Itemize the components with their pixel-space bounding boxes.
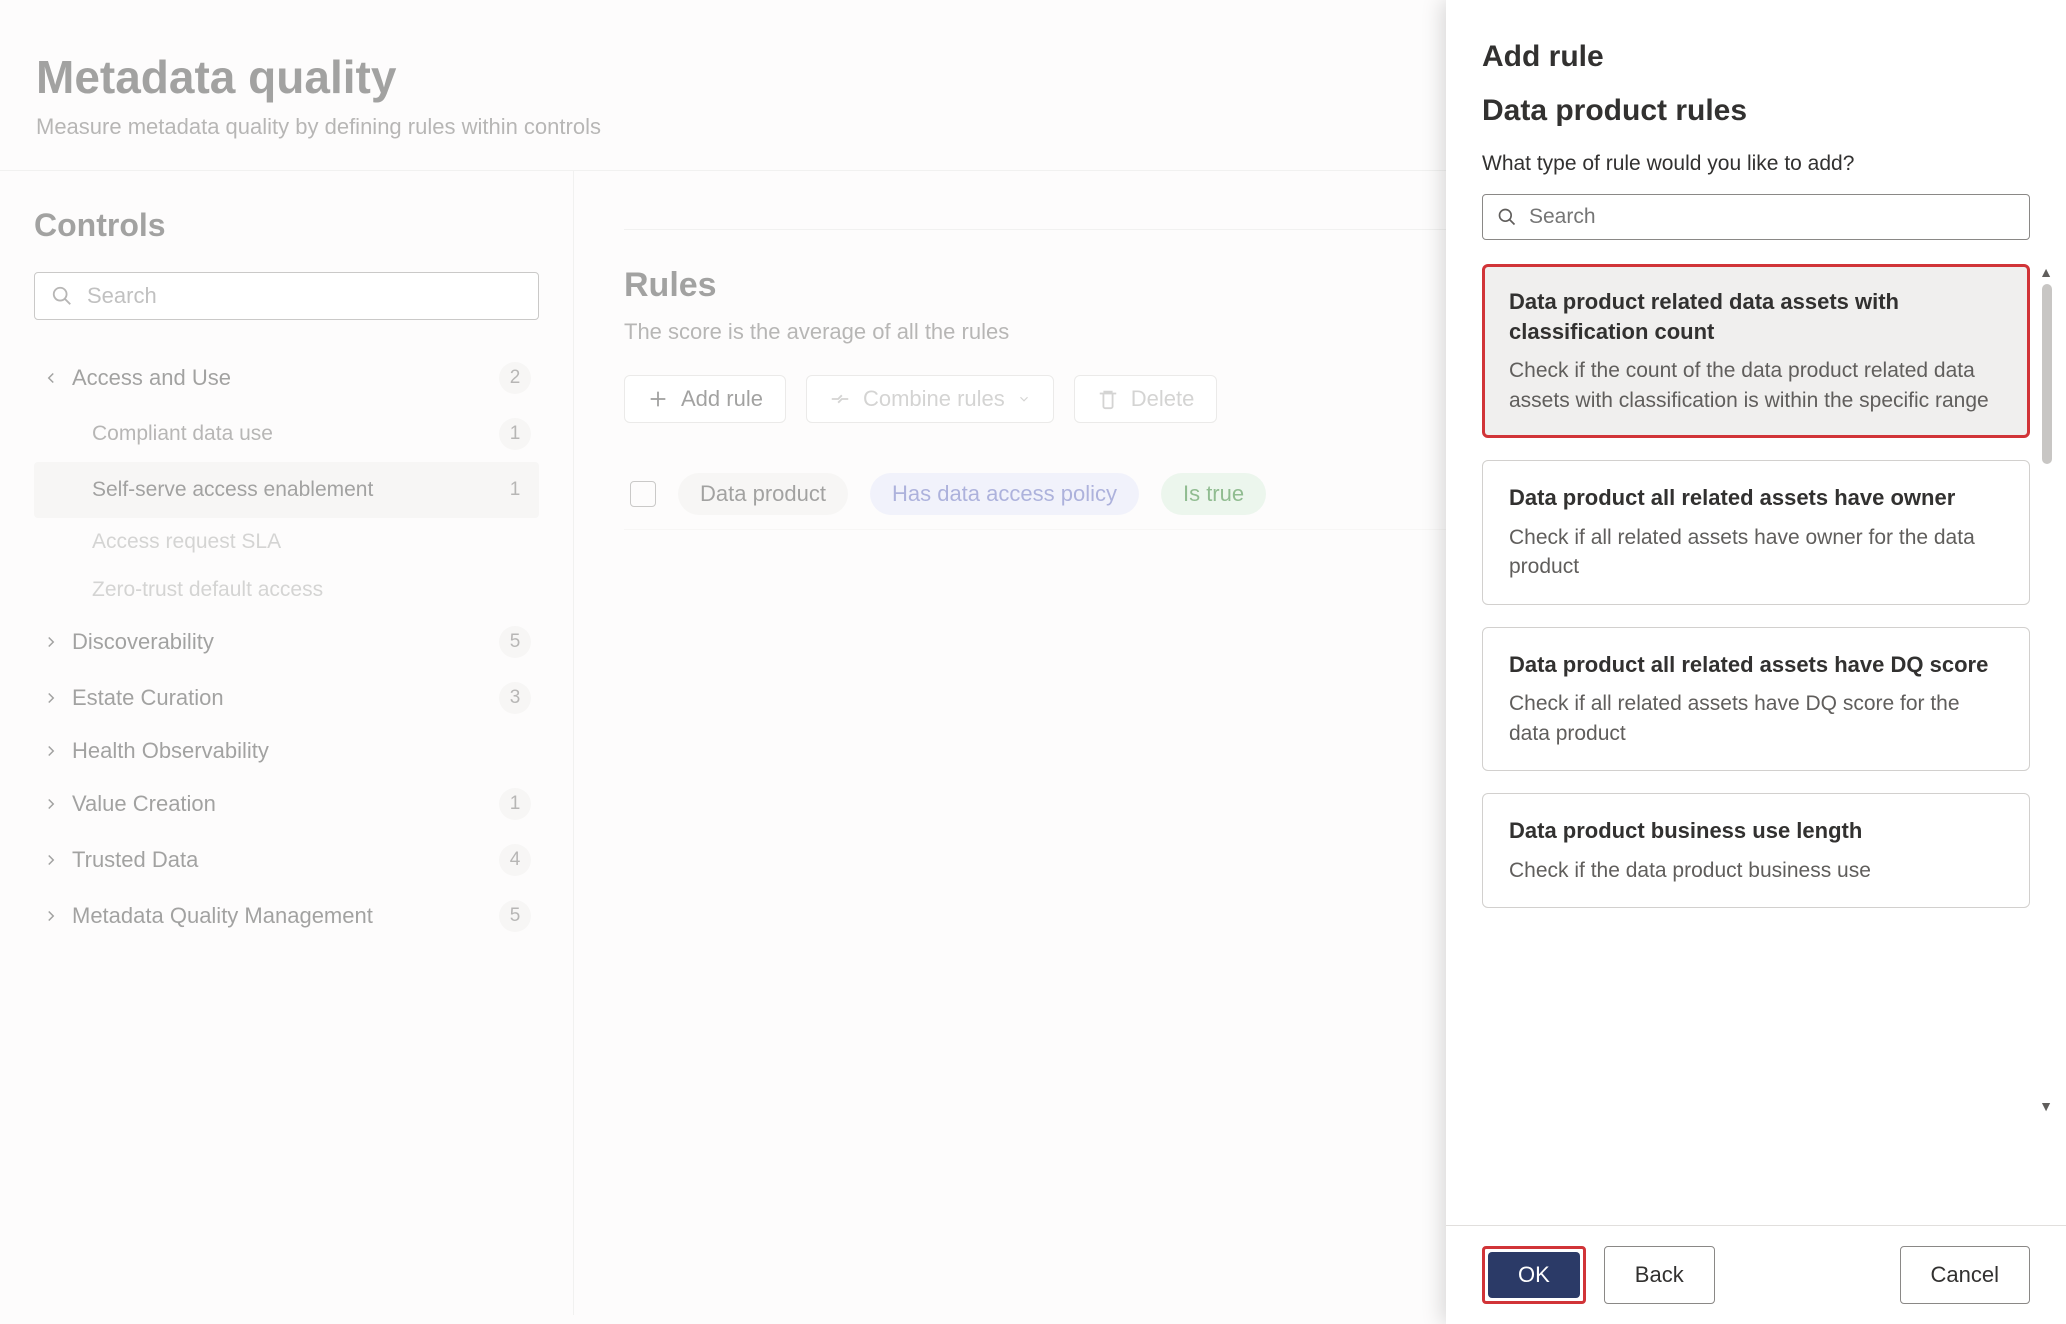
button-label: Delete <box>1131 386 1195 412</box>
chevron-down-icon <box>1017 392 1031 406</box>
tree-item-label: Value Creation <box>72 791 499 817</box>
scroll-up-icon[interactable]: ▲ <box>2039 264 2053 280</box>
panel-title: Add rule <box>1482 40 2030 74</box>
tree-child-self-serve-access[interactable]: Self-serve access enablement 1 <box>34 462 539 518</box>
combine-rules-button[interactable]: Combine rules <box>806 375 1054 423</box>
chevron-right-icon <box>42 689 60 707</box>
add-rule-panel: Add rule Data product rules What type of… <box>1446 0 2066 1324</box>
scroll-thumb[interactable] <box>2042 284 2052 464</box>
tree-child-label: Self-serve access enablement <box>92 478 499 502</box>
pill-entity: Data product <box>678 473 848 515</box>
tree-child-label: Access request SLA <box>92 530 531 554</box>
ok-button[interactable]: OK <box>1488 1252 1580 1298</box>
rule-card-title: Data product related data assets with cl… <box>1509 287 2003 346</box>
add-rule-button[interactable]: Add rule <box>624 375 786 423</box>
tree-child-access-request-sla[interactable]: Access request SLA <box>34 518 539 566</box>
scroll-down-icon[interactable]: ▼ <box>2039 1098 2053 1114</box>
count-badge: 1 <box>499 418 531 450</box>
rule-card-desc: Check if the data product business use <box>1509 856 2003 885</box>
rule-type-search[interactable] <box>1482 194 2030 240</box>
search-icon <box>1497 207 1517 227</box>
chevron-right-icon <box>42 907 60 925</box>
trash-icon <box>1097 388 1119 410</box>
rule-card-desc: Check if all related assets have owner f… <box>1509 523 2003 582</box>
panel-footer: OK Back Cancel <box>1446 1225 2066 1324</box>
tree-item-trusted-data[interactable]: Trusted Data 4 <box>34 832 539 888</box>
tree-item-access-and-use[interactable]: Access and Use 2 <box>34 350 539 406</box>
tree-item-label: Estate Curation <box>72 685 499 711</box>
sidebar-title: Controls <box>34 207 539 244</box>
count-badge: 1 <box>499 788 531 820</box>
controls-search-input[interactable] <box>87 283 522 309</box>
count-badge: 5 <box>499 626 531 658</box>
back-button[interactable]: Back <box>1604 1246 1715 1304</box>
search-icon <box>51 285 73 307</box>
rule-type-search-input[interactable] <box>1529 205 2015 229</box>
rule-card-desc: Check if all related assets have DQ scor… <box>1509 689 2003 748</box>
chevron-right-icon <box>42 633 60 651</box>
button-label: Combine rules <box>863 386 1005 412</box>
tree-item-label: Trusted Data <box>72 847 499 873</box>
rule-card-assets-have-dq[interactable]: Data product all related assets have DQ … <box>1482 627 2030 771</box>
tree-child-label: Compliant data use <box>92 422 499 446</box>
tree-child-label: Zero-trust default access <box>92 578 531 602</box>
plus-icon <box>647 388 669 410</box>
rule-card-title: Data product all related assets have DQ … <box>1509 650 2003 680</box>
delete-button[interactable]: Delete <box>1074 375 1218 423</box>
controls-sidebar: Controls Access and Use 2 Compliant data… <box>0 171 574 1315</box>
ok-button-highlight: OK <box>1482 1246 1586 1304</box>
tree-child-compliant-data-use[interactable]: Compliant data use 1 <box>34 406 539 462</box>
count-badge: 2 <box>499 362 531 394</box>
tree-item-label: Access and Use <box>72 365 499 391</box>
rule-card-assets-have-owner[interactable]: Data product all related assets have own… <box>1482 460 2030 604</box>
tree-item-health-observability[interactable]: Health Observability <box>34 726 539 776</box>
controls-search[interactable] <box>34 272 539 320</box>
pill-value: Is true <box>1161 473 1266 515</box>
cancel-button[interactable]: Cancel <box>1900 1246 2030 1304</box>
pill-condition: Has data access policy <box>870 473 1139 515</box>
count-badge: 4 <box>499 844 531 876</box>
rule-checkbox[interactable] <box>630 481 656 507</box>
tree-item-label: Metadata Quality Management <box>72 903 499 929</box>
rule-card-desc: Check if the count of the data product r… <box>1509 356 2003 415</box>
chevron-right-icon <box>42 795 60 813</box>
panel-subtitle: Data product rules <box>1482 94 2030 128</box>
rule-card-title: Data product all related assets have own… <box>1509 483 2003 513</box>
rule-card-classification-count[interactable]: Data product related data assets with cl… <box>1482 264 2030 438</box>
rule-card-business-use-length[interactable]: Data product business use length Check i… <box>1482 793 2030 908</box>
tree-item-discoverability[interactable]: Discoverability 5 <box>34 614 539 670</box>
combine-icon <box>829 388 851 410</box>
tree-child-zero-trust[interactable]: Zero-trust default access <box>34 566 539 614</box>
chevron-down-icon <box>42 369 60 387</box>
tree-item-label: Health Observability <box>72 738 531 764</box>
rule-card-title: Data product business use length <box>1509 816 2003 846</box>
count-badge: 3 <box>499 682 531 714</box>
tree-item-value-creation[interactable]: Value Creation 1 <box>34 776 539 832</box>
tree-item-estate-curation[interactable]: Estate Curation 3 <box>34 670 539 726</box>
button-label: Add rule <box>681 386 763 412</box>
count-badge: 1 <box>499 474 531 506</box>
tree-item-metadata-quality-mgmt[interactable]: Metadata Quality Management 5 <box>34 888 539 944</box>
tree-item-label: Discoverability <box>72 629 499 655</box>
count-badge: 5 <box>499 900 531 932</box>
panel-question: What type of rule would you like to add? <box>1482 152 2030 176</box>
chevron-right-icon <box>42 742 60 760</box>
rule-type-list: ▲ ▼ Data product related data assets wit… <box>1482 264 2030 1114</box>
chevron-right-icon <box>42 851 60 869</box>
